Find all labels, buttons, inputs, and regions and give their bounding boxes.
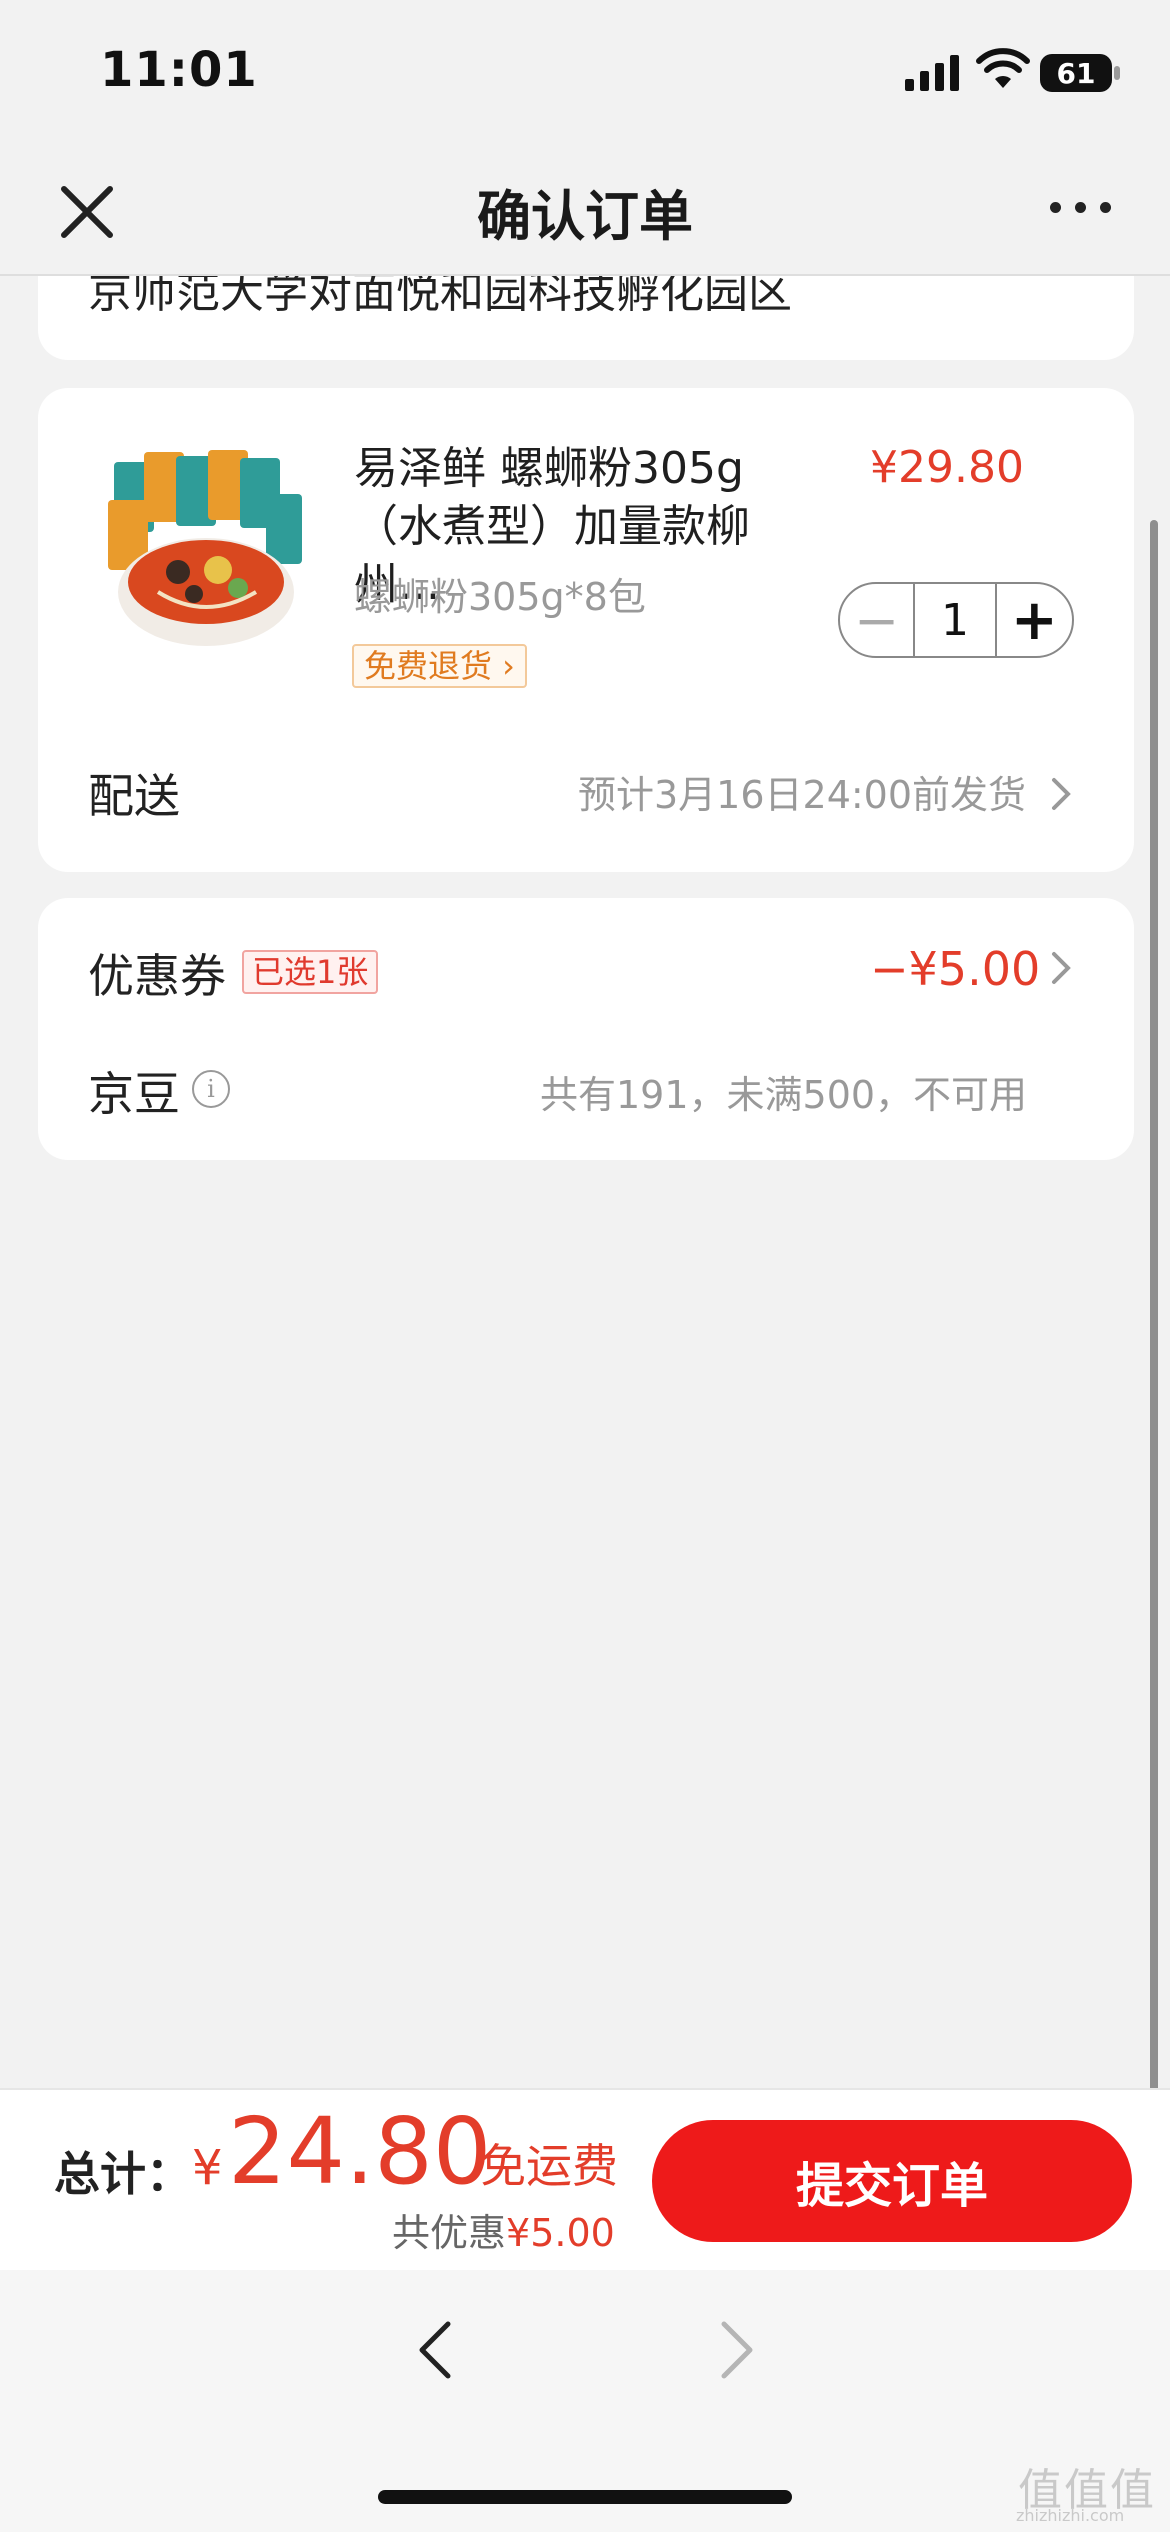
back-arrow-icon[interactable] bbox=[408, 2316, 464, 2384]
quantity-value[interactable]: 1 bbox=[913, 584, 997, 656]
info-icon[interactable]: i bbox=[192, 1070, 230, 1108]
free-return-tag[interactable]: 免费退货 › bbox=[352, 644, 527, 688]
shipping-label: 配送 bbox=[88, 769, 180, 823]
watermark-site: zhizhizhi.com bbox=[1016, 2506, 1125, 2525]
total-savings: 共优惠¥5.00 bbox=[392, 2202, 615, 2257]
coupon-card: 优惠券 已选1张 −¥5.00 京豆 i 共有191，未满500，不可用 bbox=[38, 898, 1134, 1160]
increase-button[interactable]: + bbox=[997, 584, 1072, 656]
battery-icon: 61 bbox=[1040, 54, 1112, 92]
scrollbar[interactable] bbox=[1150, 520, 1158, 2260]
status-time: 11:01 bbox=[100, 42, 258, 98]
submit-order-button[interactable]: 提交订单 bbox=[652, 2120, 1132, 2242]
forward-arrow-icon[interactable] bbox=[708, 2316, 764, 2384]
currency-symbol: ¥ bbox=[192, 2140, 223, 2196]
coupon-selected-badge: 已选1张 bbox=[242, 950, 379, 994]
more-icon[interactable] bbox=[1050, 196, 1112, 216]
jd-beans-label: 京豆 bbox=[88, 1067, 180, 1121]
product-spec[interactable]: 螺蛳粉305g*8包 bbox=[354, 566, 646, 621]
free-shipping-label: 免运费 bbox=[480, 2139, 618, 2193]
chevron-right-icon[interactable] bbox=[1048, 948, 1074, 988]
shipping-value[interactable]: 预计3月16日24:00前发货 bbox=[578, 764, 1026, 819]
battery-tip bbox=[1114, 66, 1120, 80]
savings-value: ¥5.00 bbox=[506, 2211, 615, 2255]
home-indicator[interactable] bbox=[378, 2490, 792, 2504]
product-card: 易泽鲜 螺蛳粉305g（水煮型）加量款柳州... ¥29.80 螺蛳粉305g*… bbox=[38, 388, 1134, 872]
close-icon[interactable] bbox=[50, 175, 124, 249]
total-label: 总计： bbox=[54, 2147, 192, 2201]
chevron-right-icon[interactable] bbox=[1048, 774, 1074, 814]
total-amount: 24.80 bbox=[228, 2098, 492, 2205]
coupon-label: 优惠券 bbox=[88, 949, 226, 1003]
jd-beans-value: 共有191，未满500，不可用 bbox=[540, 1073, 1028, 1117]
wifi-icon bbox=[976, 48, 1030, 88]
quantity-stepper: − 1 + bbox=[838, 582, 1074, 658]
product-price: ¥29.80 bbox=[870, 442, 1024, 493]
savings-label: 共优惠 bbox=[392, 2211, 507, 2255]
product-image[interactable] bbox=[98, 442, 310, 670]
coupon-value[interactable]: −¥5.00 bbox=[870, 942, 1040, 996]
decrease-button[interactable]: − bbox=[840, 584, 913, 656]
signal-icon bbox=[905, 55, 961, 91]
page-title-overlay: 确认订单 bbox=[477, 185, 693, 248]
